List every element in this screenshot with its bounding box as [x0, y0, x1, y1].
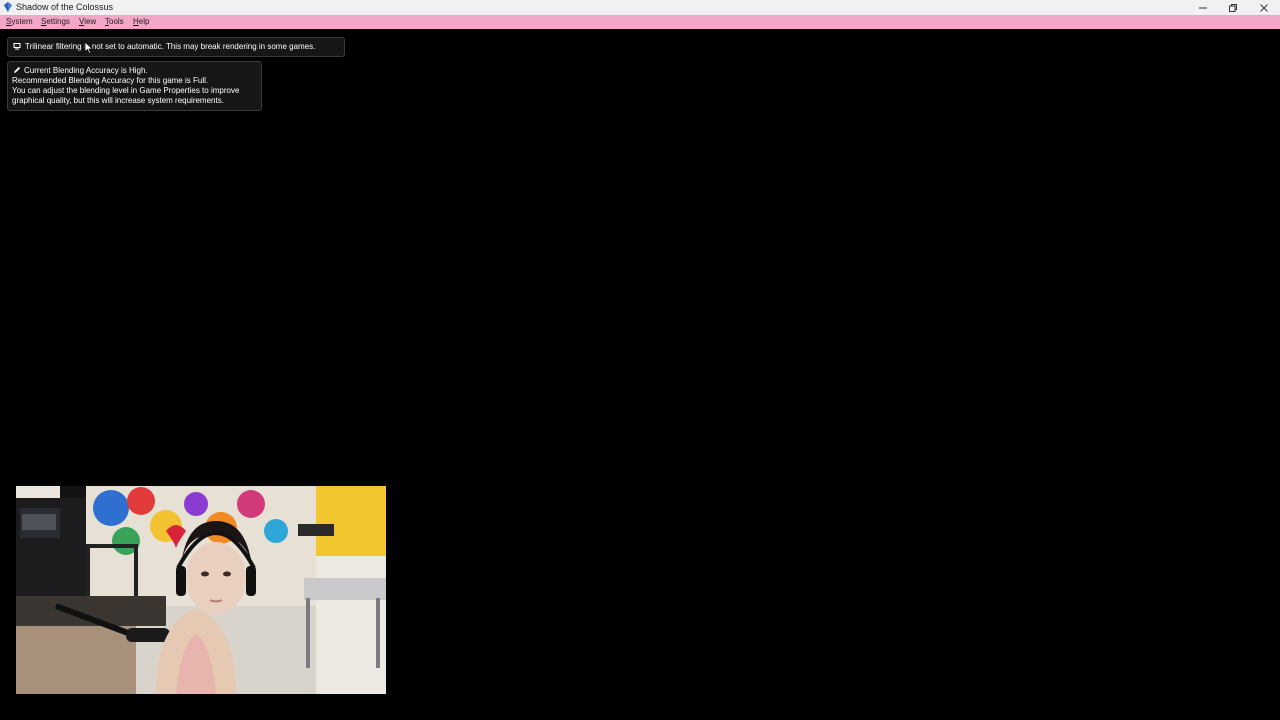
- close-icon: [1260, 3, 1268, 12]
- blending-adjust-text: You can adjust the blending level in Gam…: [12, 86, 240, 95]
- close-button[interactable]: [1249, 0, 1279, 15]
- minimize-button[interactable]: [1188, 0, 1218, 15]
- menu-view[interactable]: View: [79, 16, 96, 28]
- webcam-overlay: [16, 486, 386, 694]
- menu-tools[interactable]: Tools: [105, 16, 124, 28]
- restore-button[interactable]: [1218, 0, 1248, 15]
- osd-blending-message: Current Blending Accuracy is High. Recom…: [7, 61, 262, 111]
- display-icon: [13, 43, 21, 50]
- menu-help[interactable]: Help: [133, 16, 149, 28]
- restore-icon: [1229, 3, 1237, 12]
- pcsx2-logo-icon: [4, 2, 12, 12]
- menu-settings[interactable]: Settings: [41, 16, 70, 28]
- pencil-icon: [14, 66, 21, 73]
- trilinear-warning-text: Trilinear filtering is not set to automa…: [25, 42, 316, 51]
- blending-recommended-text: Recommended Blending Accuracy for this g…: [12, 76, 209, 85]
- mouse-cursor-icon: [84, 41, 94, 55]
- minimize-icon: [1199, 7, 1207, 8]
- webcam-scene: [16, 486, 386, 694]
- window-title: Shadow of the Colossus: [16, 2, 114, 12]
- window-title-bar[interactable]: Shadow of the Colossus: [0, 0, 1280, 15]
- blending-current-text: Current Blending Accuracy is High.: [24, 66, 148, 75]
- menu-bar: System Settings View Tools Help: [0, 15, 1280, 29]
- menu-system[interactable]: System: [6, 16, 33, 28]
- blending-requirements-text: graphical quality, but this will increas…: [12, 96, 224, 105]
- osd-trilinear-message: Trilinear filtering is not set to automa…: [7, 37, 345, 57]
